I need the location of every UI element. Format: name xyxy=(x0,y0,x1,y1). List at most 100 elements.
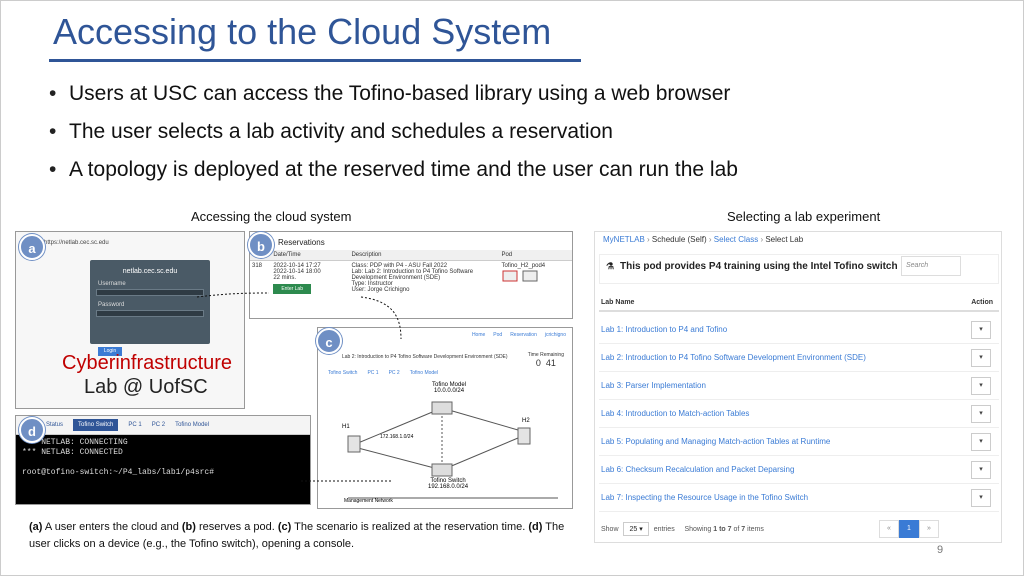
h1-device[interactable] xyxy=(347,435,361,453)
tofino-model-label: Tofino Model 10.0.0.0/24 xyxy=(432,382,466,394)
caption-d: (d) xyxy=(528,521,543,533)
action-dropdown-button[interactable]: ▾ xyxy=(971,461,991,479)
badge-b: b xyxy=(248,232,274,258)
lab-link[interactable]: Lab 4: Introduction to Match-action Tabl… xyxy=(601,409,749,418)
showing-of: of xyxy=(733,526,740,533)
pod-devices-icon xyxy=(502,270,538,282)
reservation-description: Class: PDP with P4 - ASU Fall 2022 Lab: … xyxy=(349,261,499,297)
desc-lab: Lab: Lab 2: Introduction to P4 Tofino So… xyxy=(351,269,474,281)
showing-total: 7 xyxy=(741,526,746,533)
password-field[interactable] xyxy=(96,310,204,317)
breadcrumb: MyNETLAB › Schedule (Self) › Select Clas… xyxy=(603,235,803,244)
col-action: Action xyxy=(971,299,993,306)
brand-lab-uofsc: Lab @ UofSC xyxy=(84,376,208,398)
crumb-schedule[interactable]: Schedule (Self) xyxy=(652,235,707,244)
reservation-dates: 2022-10-14 17:27 2022-10-14 18:00 22 min… xyxy=(271,261,349,297)
browser-url: https://netlab.cec.sc.edu xyxy=(44,240,109,246)
login-box: netlab.cec.sc.edu Username Password Logi… xyxy=(90,260,210,356)
h2-device[interactable] xyxy=(517,427,531,445)
reservation-pod: Tofino_H2_pod4 xyxy=(499,261,572,297)
console-screenshot: Status Tofino Switch PC 1 PC 2 Tofino Mo… xyxy=(15,415,311,505)
password-label: Password xyxy=(98,302,125,308)
action-dropdown-button[interactable]: ▾ xyxy=(971,405,991,423)
table-row: Lab 7: Inspecting the Resource Usage in … xyxy=(599,484,999,512)
action-dropdown-button[interactable]: ▾ xyxy=(971,433,991,451)
caption-text-3: The scenario is realized at the reservat… xyxy=(291,521,529,533)
model-network: 10.0.0.0/24 xyxy=(434,388,465,394)
h2-label: H2 xyxy=(522,418,530,424)
page-1-button[interactable]: 1 xyxy=(899,520,919,538)
tab-status[interactable]: Status xyxy=(46,422,63,428)
flask-icon: ⚗ xyxy=(606,261,615,271)
page-size-value: 25 xyxy=(629,526,638,533)
tofino-switch-device[interactable] xyxy=(431,463,453,477)
caption-a: (a) xyxy=(29,521,43,533)
tofino-model-device[interactable] xyxy=(431,401,453,415)
desc-user: User: Jorge Crichigno xyxy=(351,287,410,293)
pod-heading-text: This pod provides P4 training using the … xyxy=(620,261,898,272)
caption-b: (b) xyxy=(181,521,196,533)
switch-network: 192.168.0.0/24 xyxy=(428,484,469,490)
next-page-button[interactable]: » xyxy=(919,520,939,538)
console-tab-bar: Status Tofino Switch PC 1 PC 2 Tofino Mo… xyxy=(16,416,310,435)
reservations-heading: Reservations xyxy=(278,238,325,247)
login-host: netlab.cec.sc.edu xyxy=(122,268,178,275)
console-output[interactable]: *** NETLAB: CONNECTING *** NETLAB: CONNE… xyxy=(16,435,310,504)
caption-text-2: reserves a pod. xyxy=(195,521,278,533)
table-footer: Show 25 ▾ entries Showing 1 to 7 of 7 it… xyxy=(601,522,764,536)
action-dropdown-button[interactable]: ▾ xyxy=(971,377,991,395)
badge-c: c xyxy=(316,328,342,354)
search-input[interactable]: Search xyxy=(901,256,961,276)
bullet-item: The user selects a lab activity and sche… xyxy=(49,113,1009,151)
username-label: Username xyxy=(98,281,126,287)
management-network-label: Management Network xyxy=(344,498,393,504)
tab-tofino-model[interactable]: Tofino Model xyxy=(175,422,209,428)
lab-link[interactable]: Lab 7: Inspecting the Resource Usage in … xyxy=(601,493,808,502)
figure-caption: (a) A user enters the cloud and (b) rese… xyxy=(29,519,569,553)
lab-link[interactable]: Lab 6: Checksum Recalculation and Packet… xyxy=(601,465,794,474)
pagination: « 1 » xyxy=(879,520,939,538)
lab-link[interactable]: Lab 2: Introduction to P4 Tofino Softwar… xyxy=(601,353,866,362)
tab-pc2[interactable]: PC 2 xyxy=(152,422,165,428)
action-dropdown-button[interactable]: ▾ xyxy=(971,321,991,339)
page-number: 9 xyxy=(937,544,944,556)
title-underline xyxy=(49,59,581,62)
enter-lab-button[interactable]: Enter Lab xyxy=(273,284,311,294)
reservation-id: 318 xyxy=(252,263,263,269)
show-label: Show xyxy=(601,526,619,533)
lab-link[interactable]: Lab 1: Introduction to P4 and Tofino xyxy=(601,325,727,334)
table-row: Lab 4: Introduction to Match-action Tabl… xyxy=(599,400,999,428)
right-figure-caption: Selecting a lab experiment xyxy=(727,209,881,224)
tab-tofino-switch-active[interactable]: Tofino Switch xyxy=(73,419,119,431)
action-dropdown-button[interactable]: ▾ xyxy=(971,489,991,507)
slide: Accessing to the Cloud System Users at U… xyxy=(0,0,1024,576)
crumb-select-class[interactable]: Select Class xyxy=(714,235,758,244)
col-pod: Pod xyxy=(499,250,572,261)
showing-range: 1 to 7 xyxy=(713,526,732,533)
bullet-item: Users at USC can access the Tofino-based… xyxy=(49,75,1009,113)
col-datetime: Date/Time xyxy=(271,250,350,261)
table-row: Lab 2: Introduction to P4 Tofino Softwar… xyxy=(599,344,999,372)
login-screenshot: https://netlab.cec.sc.edu netlab.cec.sc.… xyxy=(15,231,245,409)
action-dropdown-button[interactable]: ▾ xyxy=(971,349,991,367)
brand-cyberinfrastructure: Cyberinfrastructure xyxy=(62,352,233,374)
slide-title: Accessing to the Cloud System xyxy=(53,11,552,52)
username-field[interactable] xyxy=(96,289,204,296)
tofino-switch-label: Tofino Switch 192.168.0.0/24 xyxy=(428,478,468,490)
col-description: Description xyxy=(349,250,500,261)
lab-link[interactable]: Lab 5: Populating and Managing Match-act… xyxy=(601,437,830,446)
caption-text-1: A user enters the cloud and xyxy=(42,521,182,533)
lab-link[interactable]: Lab 3: Parser Implementation xyxy=(601,381,706,390)
col-lab-name: Lab Name xyxy=(601,299,635,306)
tab-pc1[interactable]: PC 1 xyxy=(128,422,141,428)
left-figure-caption: Accessing the cloud system xyxy=(191,209,352,224)
page-size-select[interactable]: 25 ▾ xyxy=(623,522,649,536)
table-row: Lab 3: Parser Implementation ▾ xyxy=(599,372,999,400)
lab-table-header: Lab Name Action xyxy=(599,294,999,312)
crumb-mynetlab[interactable]: MyNETLAB xyxy=(603,235,645,244)
table-row: Lab 6: Checksum Recalculation and Packet… xyxy=(599,456,999,484)
lab-selection-screenshot: MyNETLAB › Schedule (Self) › Select Clas… xyxy=(594,231,1002,543)
prev-page-button[interactable]: « xyxy=(879,520,899,538)
badge-a: a xyxy=(19,234,45,260)
table-row: 318 2022-10-14 17:27 2022-10-14 18:00 22… xyxy=(250,261,572,297)
